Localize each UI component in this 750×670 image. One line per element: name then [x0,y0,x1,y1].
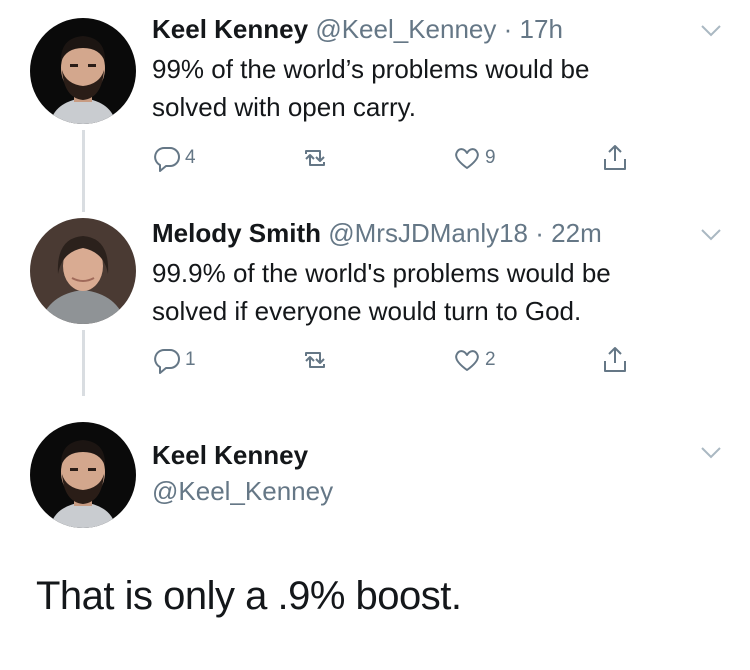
reply-icon [154,349,180,374]
reply-icon [154,147,180,172]
like-icon [455,350,479,371]
retweet-icon [305,352,325,368]
separator: · [535,218,544,248]
author-name[interactable]: Keel Kenney [152,14,308,44]
author-name[interactable]: Melody Smith [152,218,321,248]
retweet-button[interactable] [300,342,330,378]
avatar[interactable] [30,422,136,528]
tweet-header: Keel Kenney @Keel_Kenney · 17h [152,14,563,45]
avatar[interactable] [30,18,136,124]
separator: · [503,14,513,44]
share-button[interactable] [600,140,630,176]
chevron-down-icon[interactable] [700,228,722,242]
timestamp[interactable]: 22m [551,218,602,248]
bearded-man-avatar [30,18,136,124]
author-handle[interactable]: @MrsJDManly18 [328,218,528,248]
timestamp[interactable]: 17h [520,14,563,44]
author-handle[interactable]: @Keel_Kenney [152,476,333,507]
reply-count: 1 [185,349,196,370]
thread-line [82,330,85,396]
reply-button[interactable]: 1 [152,342,196,378]
tweet-actions: 4 9 [152,140,652,176]
share-icon [604,347,626,372]
tweet-text: 99% of the world’s problems would be sol… [152,50,589,126]
retweet-button[interactable] [300,140,330,176]
tweet-text: 99.9% of the world's problems would be s… [152,254,611,330]
like-icon [455,148,479,169]
focused-tweet-text: That is only a .9% boost. [36,574,462,618]
thread-line [82,130,85,212]
share-button[interactable] [600,342,630,378]
author-handle[interactable]: @Keel_Kenney [315,14,496,44]
like-count: 9 [485,147,496,168]
tweet-text-line: solved with open carry. [152,92,416,122]
reply-button[interactable]: 4 [152,140,196,176]
author-name[interactable]: Keel Kenney [152,440,308,471]
share-icon [604,145,626,170]
reply-count: 4 [185,147,196,168]
tweet-actions: 1 2 [152,342,652,378]
avatar[interactable] [30,218,136,324]
chevron-down-icon[interactable] [700,446,722,460]
chevron-down-icon[interactable] [700,24,722,38]
tweet-text-line: 99.9% of the world's problems would be [152,258,611,288]
woman-avatar [30,218,136,324]
tweet-text-line: solved if everyone would turn to God. [152,296,582,326]
like-count: 2 [485,349,496,370]
tweet-header: Melody Smith @MrsJDManly18 · 22m [152,218,602,249]
retweet-icon [305,150,325,166]
like-button[interactable]: 2 [452,342,496,378]
like-button[interactable]: 9 [452,140,496,176]
tweet-text-line: 99% of the world’s problems would be [152,54,590,84]
bearded-man-avatar [30,422,136,528]
